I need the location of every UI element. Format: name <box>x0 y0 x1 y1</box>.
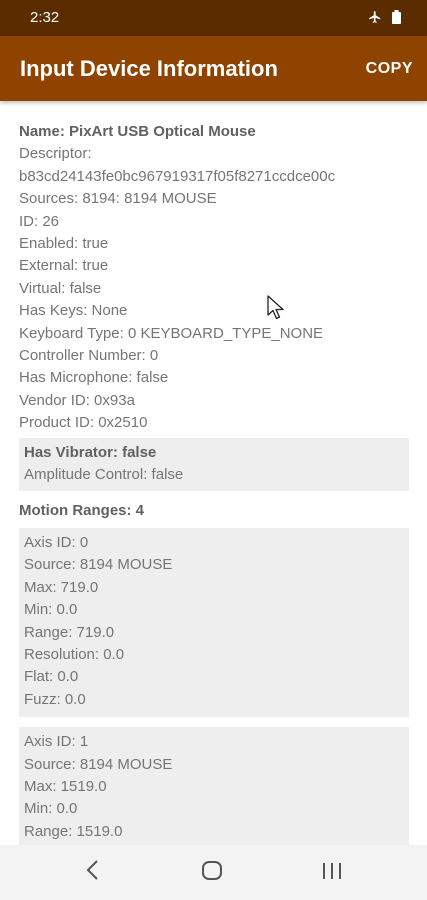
page-title: Input Device Information <box>20 56 278 81</box>
resolution-text: Resolution: 0.0 <box>24 645 125 663</box>
motion-ranges-title: Motion Ranges: 4 <box>19 501 145 519</box>
virtual-text: Virtual: false <box>19 279 102 297</box>
vendor-id-text: Vendor ID: 0x93a <box>19 391 135 409</box>
status-icons <box>368 10 401 28</box>
max-text: Max: 719.0 <box>24 578 99 596</box>
battery-icon <box>392 10 401 28</box>
vibrator-block: Has Vibrator: false Amplitude Control: f… <box>19 437 409 491</box>
copy-button[interactable]: COPY <box>366 60 413 78</box>
amplitude-control-text: Amplitude Control: false <box>24 466 184 484</box>
descriptor-label: Descriptor: <box>19 145 92 163</box>
descriptor-value: b83cd24143fe0bc967919317f05f8271ccdce00c <box>19 167 336 185</box>
axis-id-text: Axis ID: 1 <box>24 733 89 751</box>
status-time: 2:32 <box>30 9 60 26</box>
device-info-content[interactable]: Name: PixArt USB Optical Mouse Descripto… <box>19 101 409 845</box>
range-text: Range: 719.0 <box>24 623 115 641</box>
airplane-icon <box>368 10 382 28</box>
source-text: Source: 8194 MOUSE <box>24 755 173 773</box>
sources-text: Sources: 8194: 8194 MOUSE <box>19 190 217 208</box>
flat-text: Flat: 0.0 <box>24 668 79 686</box>
min-text: Min: 0.0 <box>24 800 78 818</box>
has-microphone-text: Has Microphone: false <box>19 369 169 387</box>
device-name: Name: PixArt USB Optical Mouse <box>19 123 256 140</box>
external-text: External: true <box>19 257 109 275</box>
axis-id-text: Axis ID: 0 <box>24 533 89 551</box>
back-icon[interactable] <box>84 859 102 886</box>
range-text: Range: 1519.0 <box>24 822 123 840</box>
has-vibrator-text: Has Vibrator: false <box>24 443 157 461</box>
navigation-bar <box>0 845 427 900</box>
max-text: Max: 1519.0 <box>24 777 107 795</box>
motion-range-card: Axis ID: 0 Source: 8194 MOUSE Max: 719.0… <box>19 527 409 718</box>
fuzz-text: Fuzz: 0.0 <box>24 690 86 708</box>
home-icon[interactable] <box>201 861 223 886</box>
status-bar: 2:32 <box>0 0 427 36</box>
mouse-cursor-icon <box>267 295 285 326</box>
motion-range-card: Axis ID: 1 Source: 8194 MOUSE Max: 1519.… <box>19 727 409 845</box>
enabled-text: Enabled: true <box>19 235 109 253</box>
keyboard-type-text: Keyboard Type: 0 KEYBOARD_TYPE_NONE <box>19 324 324 342</box>
recent-apps-icon[interactable] <box>321 862 343 885</box>
id-text: ID: 26 <box>19 212 60 230</box>
has-keys-text: Has Keys: None <box>19 302 128 320</box>
controller-number-text: Controller Number: 0 <box>19 347 159 365</box>
min-text: Min: 0.0 <box>24 601 78 619</box>
source-text: Source: 8194 MOUSE <box>24 556 173 574</box>
app-bar: Input Device Information COPY <box>0 36 427 101</box>
product-id-text: Product ID: 0x2510 <box>19 414 148 432</box>
